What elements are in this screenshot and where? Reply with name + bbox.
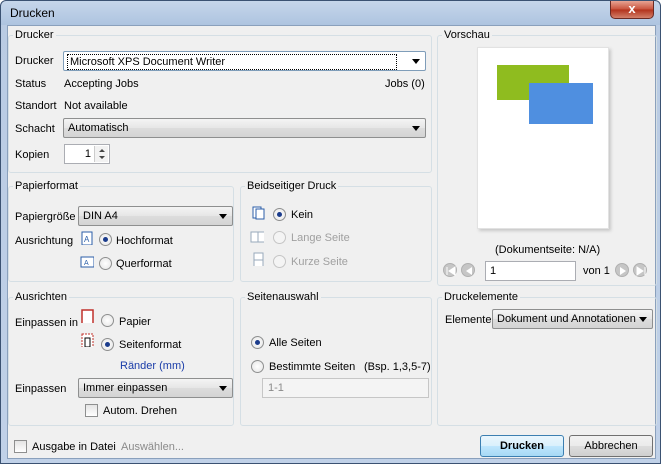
printer-group-title: Drucker xyxy=(13,29,56,41)
svg-text:A: A xyxy=(84,235,90,244)
page-number-input[interactable]: 1 xyxy=(485,261,576,281)
duplex-short-label[interactable]: Kurze Seite xyxy=(291,256,348,268)
fit-paper-label[interactable]: Papier xyxy=(119,316,151,328)
fit-select-value: Immer einpassen xyxy=(83,382,168,394)
preview-page xyxy=(477,47,609,229)
copies-value: 1 xyxy=(84,148,91,160)
fit-paper-icon xyxy=(81,309,94,323)
chevron-down-icon xyxy=(219,386,227,391)
stepper-buttons[interactable] xyxy=(94,146,108,162)
auto-rotate-checkbox[interactable] xyxy=(85,404,98,417)
pages-group-title: Seitenauswahl xyxy=(245,291,321,303)
all-pages-radio[interactable] xyxy=(251,336,264,349)
portrait-label[interactable]: Hochformat xyxy=(116,235,173,247)
fit-select[interactable]: Immer einpassen xyxy=(78,378,233,398)
elements-group-title: Druckelemente xyxy=(442,291,520,303)
chevron-down-icon xyxy=(412,126,420,131)
portrait-radio[interactable] xyxy=(99,233,112,246)
fit-page-format-label[interactable]: Seitenformat xyxy=(119,339,181,351)
duplex-short-radio[interactable] xyxy=(273,255,286,268)
page-range-placeholder: 1-1 xyxy=(268,382,284,394)
status-value: Accepting Jobs xyxy=(64,78,139,90)
output-file-label[interactable]: Ausgabe in Datei xyxy=(32,441,116,453)
orientation-label: Ausrichtung xyxy=(15,235,74,247)
duplex-short-icon xyxy=(253,252,264,266)
duplex-group-title: Beidseitiger Druck xyxy=(245,180,339,192)
duplex-none-radio[interactable] xyxy=(273,208,286,221)
duplex-long-icon xyxy=(250,231,264,243)
chevron-down-icon xyxy=(219,214,227,219)
print-button[interactable]: Drucken xyxy=(480,435,564,457)
output-file-checkbox[interactable] xyxy=(14,440,27,453)
cancel-button[interactable]: Abbrechen xyxy=(569,435,653,457)
landscape-label[interactable]: Querformat xyxy=(116,258,172,270)
fit-in-label: Einpassen in xyxy=(15,317,78,329)
last-page-button[interactable] xyxy=(633,263,647,277)
first-page-button[interactable] xyxy=(443,263,457,277)
all-pages-label[interactable]: Alle Seiten xyxy=(269,337,322,349)
paper-size-value: DIN A4 xyxy=(83,210,118,222)
chevron-down-icon xyxy=(412,59,420,64)
paper-group-title: Papierformat xyxy=(13,180,80,192)
close-button[interactable]: x xyxy=(610,1,654,19)
print-dialog: Drucken x Drucker Drucker Microsoft XPS … xyxy=(0,0,661,464)
fit-page-format-icon xyxy=(81,333,94,347)
tray-select[interactable]: Automatisch xyxy=(63,118,426,138)
last-page-icon xyxy=(636,266,646,276)
elements-select[interactable]: Dokument und Annotationen xyxy=(492,309,653,329)
chevron-down-icon xyxy=(639,317,647,322)
portrait-icon: A xyxy=(81,231,93,245)
landscape-radio[interactable] xyxy=(99,257,112,270)
next-page-button[interactable] xyxy=(615,263,629,277)
page-range-input[interactable]: 1-1 xyxy=(262,378,429,398)
printer-label: Drucker xyxy=(15,55,54,67)
margins-link[interactable]: Ränder (mm) xyxy=(120,360,185,372)
fit-page-format-radio[interactable] xyxy=(101,338,114,351)
tray-select-value: Automatisch xyxy=(68,122,129,134)
duplex-none-icon xyxy=(252,206,265,220)
next-page-icon xyxy=(620,267,626,275)
pages-example: (Bsp. 1,3,5-7) xyxy=(364,361,431,373)
preview-rect-blue xyxy=(529,83,593,124)
paper-size-label: Papiergröße xyxy=(15,211,76,223)
tray-label: Schacht xyxy=(15,123,55,135)
printer-select[interactable]: Microsoft XPS Document Writer xyxy=(63,51,426,71)
specific-pages-label[interactable]: Bestimmte Seiten xyxy=(269,361,355,373)
copies-stepper[interactable]: 1 xyxy=(64,144,110,164)
preview-page-info: (Dokumentseite: N/A) xyxy=(495,244,601,256)
first-page-icon xyxy=(446,266,456,276)
page-of-text: von 1 xyxy=(583,265,610,277)
dialog-body: Drucker Drucker Microsoft XPS Document W… xyxy=(7,25,657,459)
duplex-long-label[interactable]: Lange Seite xyxy=(291,232,350,244)
location-value: Not available xyxy=(64,100,128,112)
fit-label: Einpassen xyxy=(15,383,67,395)
choose-file-link[interactable]: Auswählen... xyxy=(121,441,184,453)
stepper-arrows-icon xyxy=(99,149,105,159)
auto-rotate-label[interactable]: Autom. Drehen xyxy=(103,405,177,417)
title-bar: Drucken x xyxy=(1,1,660,25)
window-title: Drucken xyxy=(10,6,55,20)
landscape-icon: A xyxy=(80,256,94,268)
svg-text:A: A xyxy=(84,260,89,267)
elements-label: Elemente xyxy=(445,314,492,326)
prev-page-button[interactable] xyxy=(461,263,475,277)
status-label: Status xyxy=(15,78,47,90)
elements-select-value: Dokument und Annotationen xyxy=(497,313,636,325)
duplex-long-radio[interactable] xyxy=(273,231,286,244)
align-group-title: Ausrichten xyxy=(13,291,69,303)
paper-size-select[interactable]: DIN A4 xyxy=(78,206,233,226)
prev-page-icon xyxy=(466,267,472,275)
fit-paper-radio[interactable] xyxy=(101,314,114,327)
location-label: Standort xyxy=(15,100,57,112)
specific-pages-radio[interactable] xyxy=(251,360,264,373)
duplex-none-label[interactable]: Kein xyxy=(291,209,313,221)
preview-group-title: Vorschau xyxy=(442,29,492,41)
page-number-value: 1 xyxy=(490,265,497,277)
printer-select-value: Microsoft XPS Document Writer xyxy=(67,54,397,70)
jobs-count: Jobs (0) xyxy=(385,78,425,90)
copies-label: Kopien xyxy=(15,149,50,161)
